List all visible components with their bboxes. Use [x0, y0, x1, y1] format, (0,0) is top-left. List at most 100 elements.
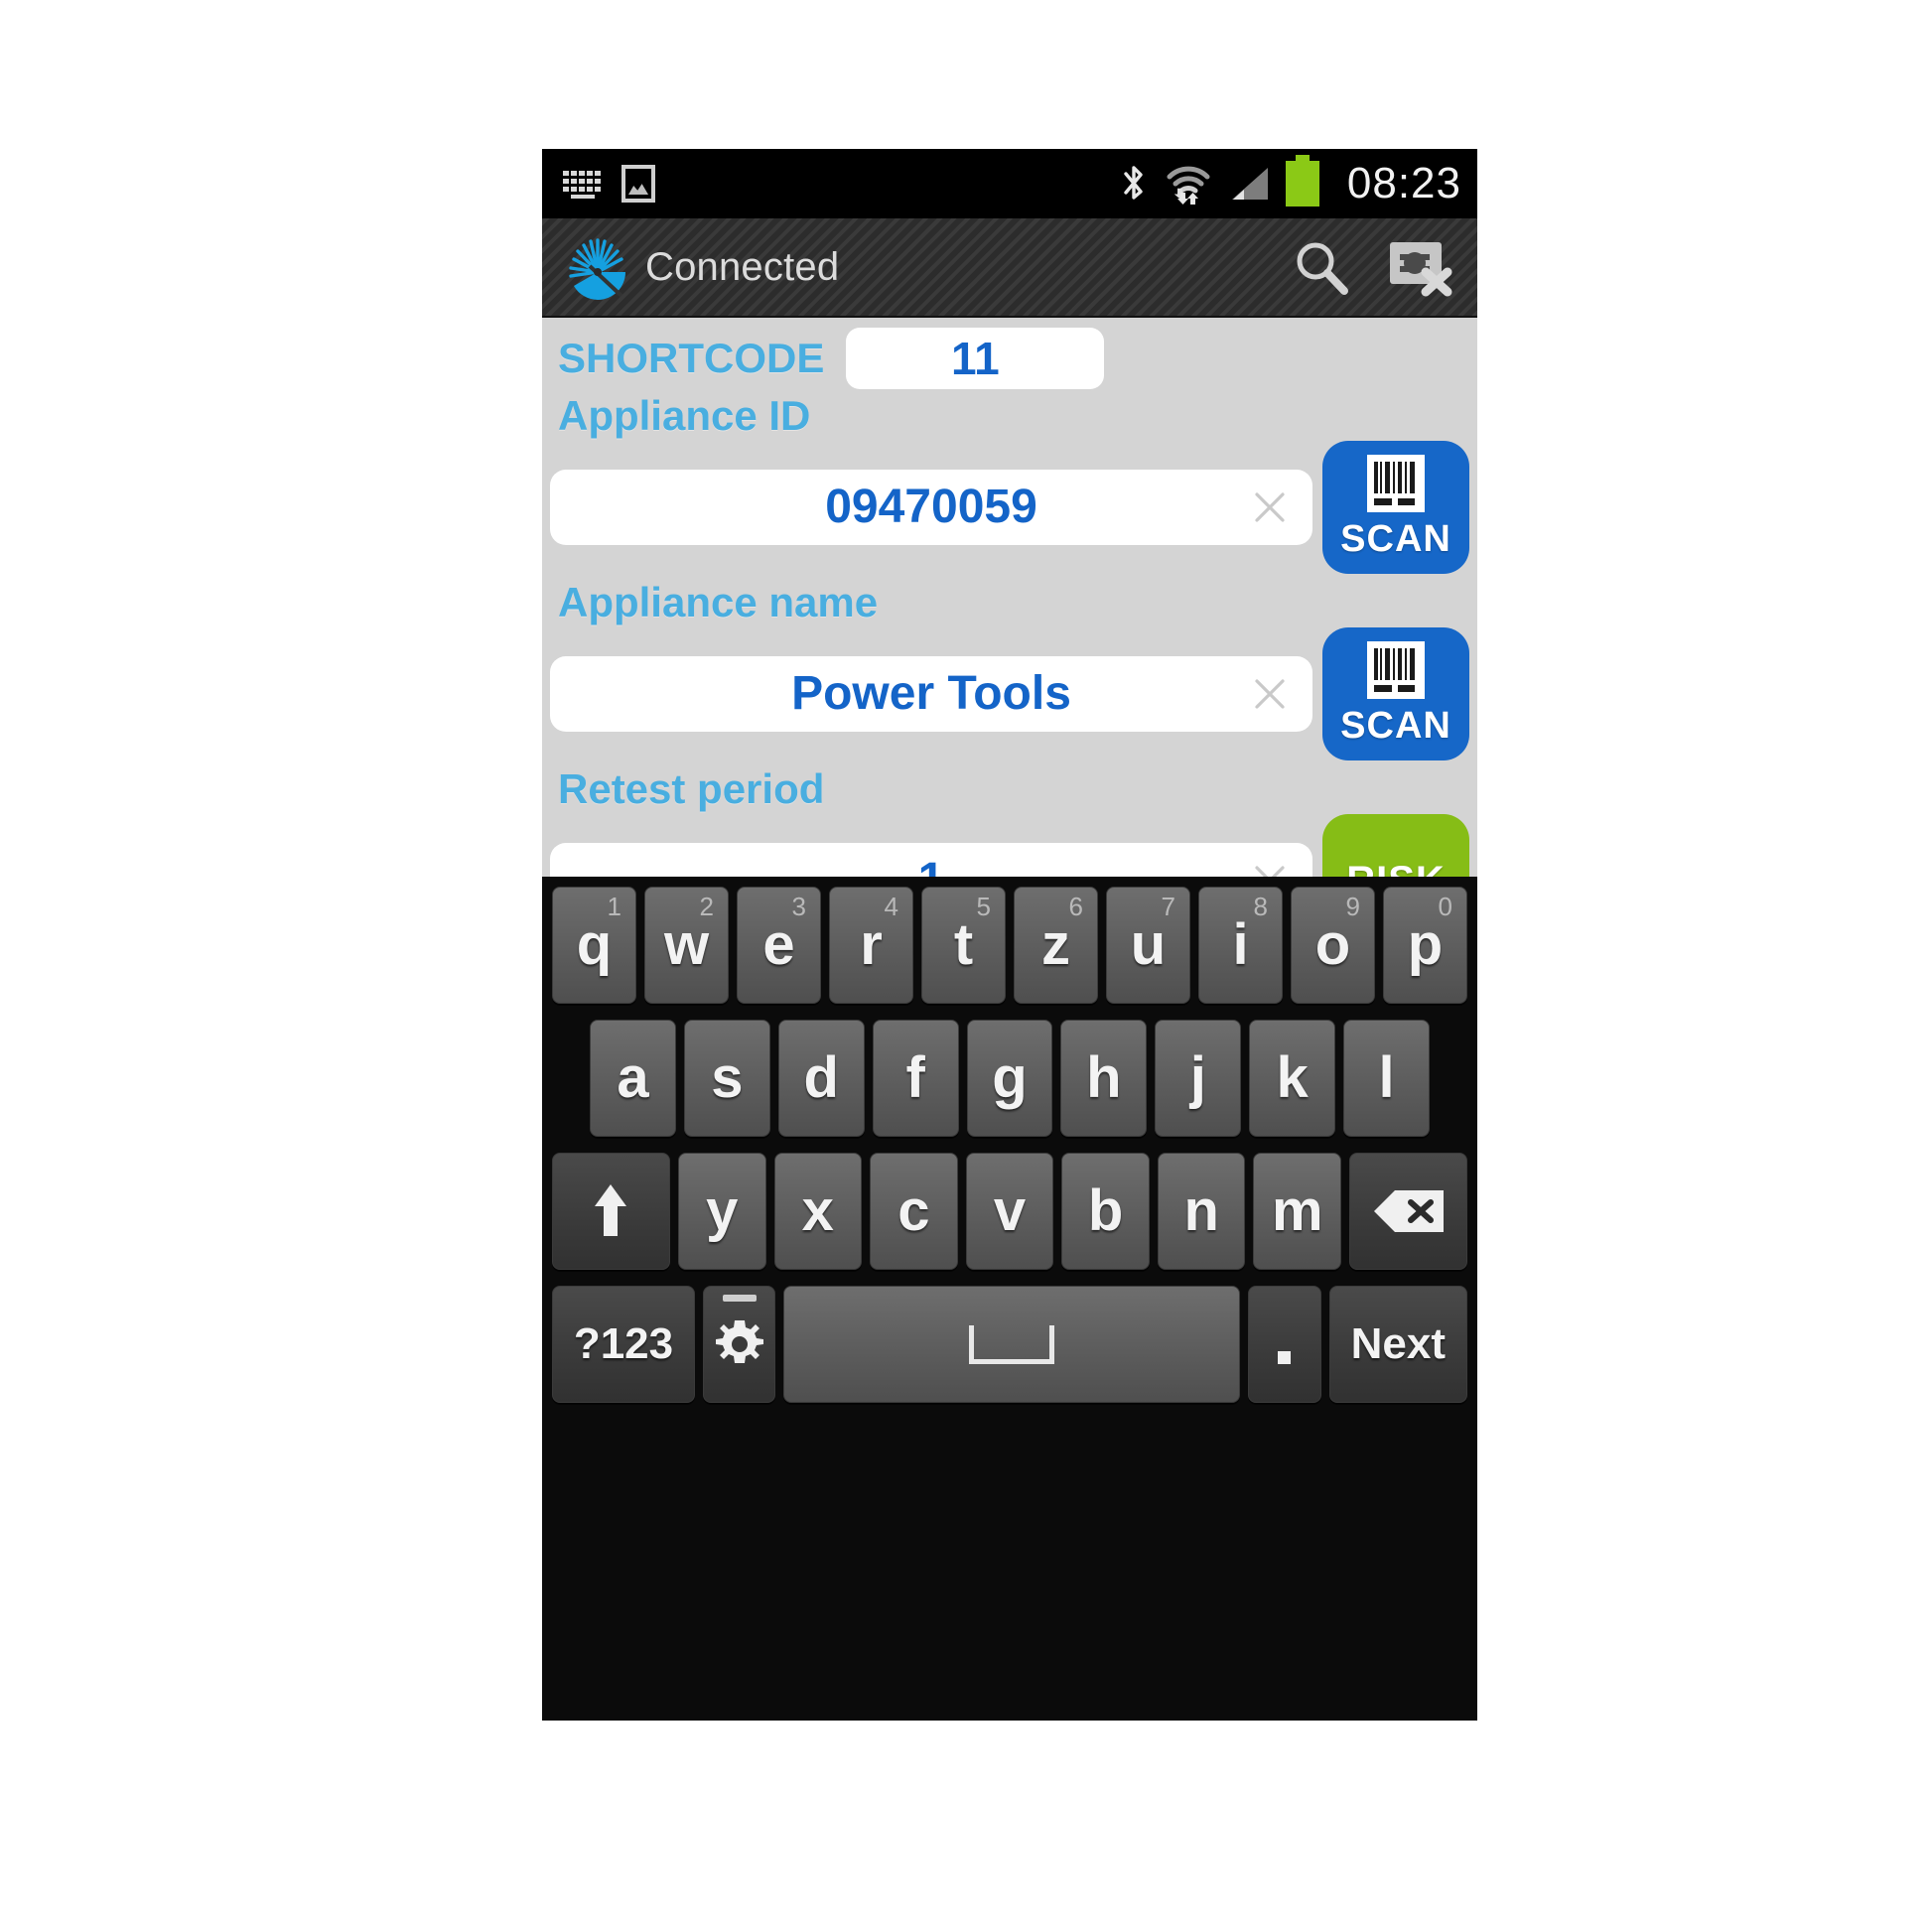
search-icon[interactable]	[1291, 236, 1352, 298]
key-label: w	[663, 912, 710, 977]
key-x[interactable]: x	[773, 1153, 863, 1270]
key-label: x	[801, 1178, 834, 1243]
key-k[interactable]: k	[1249, 1020, 1336, 1137]
key-i[interactable]: 8 i	[1198, 887, 1283, 1004]
phone-screen: 08:23 Connected SHORTCODE 11 Appliance I…	[542, 149, 1477, 1721]
key-r[interactable]: 4 r	[829, 887, 913, 1004]
space-key[interactable]	[783, 1286, 1241, 1403]
key-label: y	[706, 1178, 739, 1243]
retest-period-row: Retest period 1	[542, 768, 1477, 877]
scan-button-appliance-name[interactable]: SCAN	[1322, 627, 1469, 760]
on-screen-keyboard: 1 q 2 w 3 e 4 r 5 t 6 z 7 u 8 i 9 o 0 p …	[542, 877, 1477, 1721]
key-p[interactable]: 0 p	[1383, 887, 1467, 1004]
key-label: f	[905, 1045, 925, 1110]
clear-x-icon[interactable]	[1253, 677, 1287, 711]
appliance-name-row: Appliance name Power Tools SCAN	[542, 582, 1477, 760]
key-label: n	[1183, 1178, 1219, 1243]
risk-button[interactable]: RISK	[1322, 814, 1469, 877]
key-hint: 7	[1161, 892, 1175, 921]
key-t[interactable]: 5 t	[921, 887, 1006, 1004]
key-a[interactable]: a	[590, 1020, 676, 1137]
key-label: l	[1378, 1045, 1395, 1110]
key-label: b	[1087, 1178, 1124, 1243]
key-label: p	[1407, 912, 1444, 977]
disconnect-plug-icon[interactable]	[1386, 236, 1455, 298]
key-hint: 2	[699, 892, 714, 921]
key-h[interactable]: h	[1060, 1020, 1148, 1137]
key-f[interactable]: f	[872, 1020, 959, 1137]
appliance-name-input-line: Power Tools SCAN	[550, 627, 1469, 760]
appliance-name-input[interactable]: Power Tools	[550, 656, 1312, 732]
key-o[interactable]: 9 o	[1291, 887, 1375, 1004]
key-d[interactable]: d	[777, 1020, 865, 1137]
appliance-id-label: Appliance ID	[558, 392, 811, 439]
key-label: t	[953, 912, 974, 977]
key-n[interactable]: n	[1157, 1153, 1246, 1270]
backspace-key[interactable]	[1349, 1153, 1467, 1270]
barcode-icon	[1367, 640, 1425, 699]
key-label: c	[897, 1178, 930, 1243]
battery-icon	[1285, 155, 1319, 207]
key-m[interactable]: m	[1253, 1153, 1342, 1270]
screenshot-canvas: 08:23 Connected SHORTCODE 11 Appliance I…	[0, 0, 1932, 1932]
status-bar: 08:23	[542, 149, 1477, 218]
retest-period-label: Retest period	[558, 765, 825, 812]
key-l[interactable]: l	[1343, 1020, 1431, 1137]
enter-next-key[interactable]: Next	[1328, 1286, 1467, 1403]
appliance-name-value: Power Tools	[791, 667, 1071, 720]
key-hint: 8	[1253, 892, 1268, 921]
key-b[interactable]: b	[1061, 1153, 1150, 1270]
key-label: d	[803, 1045, 839, 1110]
clear-x-icon[interactable]	[1253, 864, 1287, 877]
key-hint: 3	[791, 892, 806, 921]
shortcode-input[interactable]: 11	[846, 328, 1105, 389]
key-g[interactable]: g	[966, 1020, 1053, 1137]
backspace-icon	[1371, 1187, 1447, 1235]
screenshot-image-icon	[621, 165, 655, 203]
key-u[interactable]: 7 u	[1106, 887, 1190, 1004]
key-j[interactable]: j	[1155, 1020, 1242, 1137]
symbols-key[interactable]: ?123	[552, 1286, 695, 1403]
key-label: r	[860, 912, 883, 977]
retest-period-input[interactable]: 1	[550, 843, 1312, 877]
key-v[interactable]: v	[965, 1153, 1054, 1270]
key-w[interactable]: 2 w	[644, 887, 729, 1004]
key-hint: 0	[1438, 892, 1452, 921]
appliance-id-input[interactable]: 09470059	[550, 470, 1312, 545]
key-label: a	[617, 1045, 649, 1110]
gear-icon	[714, 1318, 765, 1370]
key-z[interactable]: 6 z	[1014, 887, 1098, 1004]
clear-x-icon[interactable]	[1253, 490, 1287, 524]
key-top-indicator	[722, 1295, 757, 1302]
wifi-icon	[1165, 163, 1212, 205]
keyboard-settings-key[interactable]	[702, 1286, 776, 1403]
key-label: u	[1130, 912, 1167, 977]
keyboard-row-3: y x c v b n m	[548, 1153, 1471, 1274]
key-q[interactable]: 1 q	[552, 887, 636, 1004]
appliance-id-input-line: 09470059 SCAN	[550, 441, 1469, 574]
keyboard-icon	[562, 168, 608, 200]
key-hint: 6	[1068, 892, 1083, 921]
scan-button-appliance-id[interactable]: SCAN	[1322, 441, 1469, 574]
shift-key[interactable]	[552, 1153, 670, 1270]
key-label: q	[576, 912, 613, 977]
risk-button-label: RISK	[1346, 859, 1446, 878]
key-hint: 1	[607, 892, 621, 921]
space-bar-icon	[969, 1324, 1055, 1364]
key-label: v	[993, 1178, 1027, 1243]
key-s[interactable]: s	[683, 1020, 770, 1137]
retest-period-input-line: 1 RISK	[550, 814, 1469, 877]
enter-next-label: Next	[1350, 1319, 1446, 1368]
key-hint: 4	[884, 892, 898, 921]
key-label: o	[1314, 912, 1351, 977]
shift-arrow-up-icon	[591, 1180, 630, 1242]
scan-button-label: SCAN	[1340, 704, 1451, 747]
key-y[interactable]: y	[677, 1153, 766, 1270]
key-e[interactable]: 3 e	[737, 887, 821, 1004]
battery-body	[1285, 161, 1319, 207]
key-c[interactable]: c	[870, 1153, 958, 1270]
shortcode-label: SHORTCODE	[558, 335, 825, 381]
period-key[interactable]	[1248, 1286, 1321, 1403]
keyboard-row-2: a s d f g h j k l	[548, 1020, 1471, 1141]
keyboard-row-4: ?123 Next	[548, 1286, 1471, 1407]
